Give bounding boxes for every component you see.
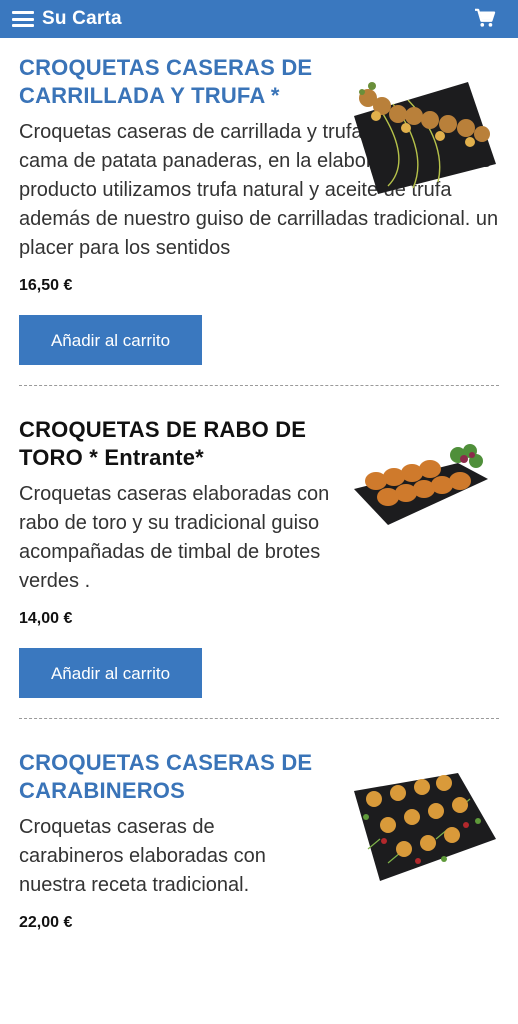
add-to-cart-button[interactable]: Añadir al carrito <box>19 315 202 365</box>
product-description: Croquetas caseras de carabineros elabora… <box>19 816 266 896</box>
product-list: CROQUETAS CASERAS DE CARRILLADA Y TRUFA … <box>0 38 518 932</box>
product-image <box>354 82 496 194</box>
product-price: 22,00 € <box>19 914 73 931</box>
product-card: CROQUETAS CASERAS DE CARRILLADA Y TRUFA … <box>0 38 518 386</box>
page-title: Su Carta <box>42 8 122 29</box>
add-to-cart-button[interactable]: Añadir al carrito <box>19 648 202 698</box>
product-card: CROQUETAS DE RABO DE TORO * Entrante* Cr… <box>0 386 518 719</box>
product-title: CROQUETAS DE RABO DE TORO * Entrante* <box>19 417 307 470</box>
product-price: 14,00 € <box>19 610 73 627</box>
shopping-cart-icon[interactable] <box>474 8 496 28</box>
product-card: CROQUETAS CASERAS DE CARABINEROS Croquet… <box>0 719 518 932</box>
product-image <box>354 773 496 881</box>
product-price: 16,50 € <box>19 277 73 294</box>
product-description: Croquetas caseras elaboradas con rabo de… <box>19 483 330 592</box>
product-title: CROQUETAS CASERAS DE CARABINEROS <box>19 750 313 803</box>
product-title: CROQUETAS CASERAS DE CARRILLADA Y TRUFA … <box>19 55 313 108</box>
product-image <box>354 444 488 525</box>
top-bar: Su Carta <box>0 0 518 38</box>
hamburger-menu-icon[interactable] <box>12 11 34 27</box>
